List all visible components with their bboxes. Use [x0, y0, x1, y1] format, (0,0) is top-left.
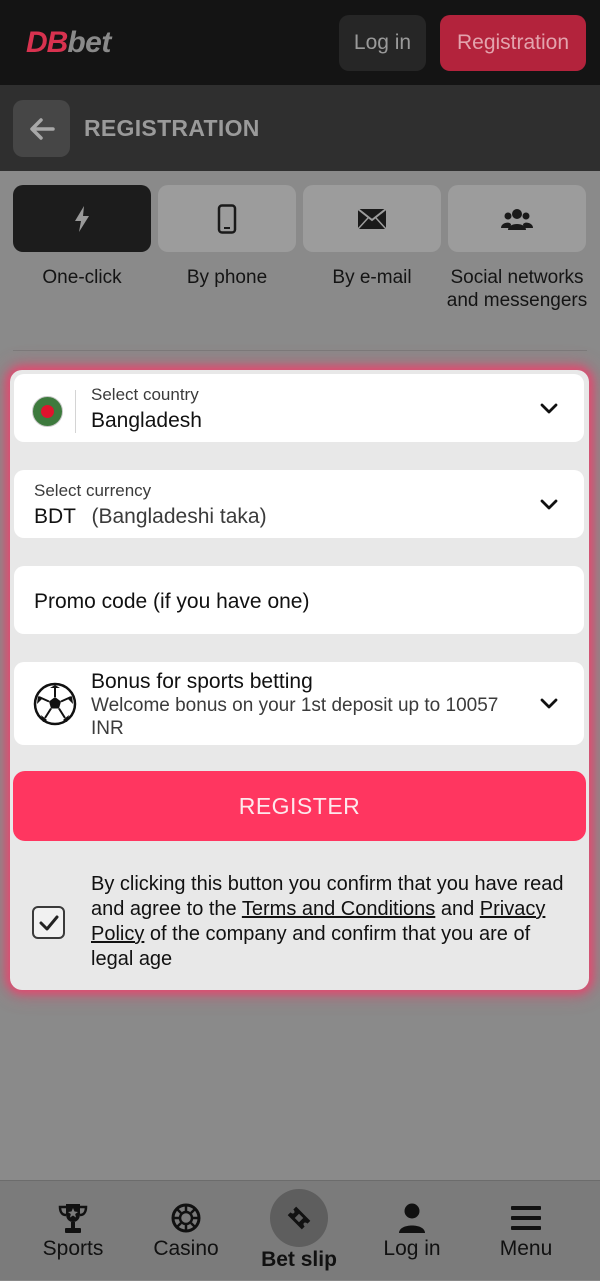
currency-code: BDT: [34, 505, 76, 528]
tab-label-one-click: One-click: [42, 267, 122, 288]
checkmark-icon: [39, 915, 58, 930]
currency-name: (Bangladeshi taka): [91, 505, 267, 528]
nav-casino[interactable]: Casino: [131, 1181, 241, 1281]
bonus-title: Bonus for sports betting: [91, 670, 313, 693]
promo-code-input[interactable]: Promo code (if you have one): [14, 566, 584, 634]
casino-chip-icon: [169, 1201, 203, 1235]
registration-button[interactable]: Registration: [440, 15, 586, 71]
nav-sports-label: Sports: [42, 1237, 104, 1260]
user-icon: [395, 1201, 429, 1235]
dbbet-logo[interactable]: DB bet: [26, 24, 111, 62]
consent-checkbox[interactable]: [32, 906, 65, 939]
trophy-icon: [56, 1201, 90, 1235]
bonus-description: Welcome bonus on your 1st deposit up to …: [91, 695, 499, 739]
currency-label: Select currency: [34, 481, 152, 500]
top-header: DB bet Log in Registration: [0, 0, 600, 85]
arrow-left-icon: [29, 117, 55, 140]
terms-link[interactable]: Terms and Conditions: [242, 898, 435, 920]
nav-sports[interactable]: Sports: [18, 1181, 128, 1281]
tab-label-by-email: By e-mail: [332, 267, 412, 288]
phone-icon: [217, 203, 237, 234]
consent-text-after: of the company and confirm that you are …: [91, 923, 531, 970]
page-title: REGISTRATION: [84, 115, 260, 141]
register-button[interactable]: REGISTER: [13, 771, 586, 841]
country-label: Select country: [91, 385, 199, 404]
envelope-icon: [357, 207, 387, 230]
logo-bet: bet: [67, 26, 111, 59]
tab-one-click[interactable]: [13, 185, 151, 252]
nav-log-in[interactable]: Log in: [357, 1181, 467, 1281]
tab-by-email[interactable]: [303, 185, 441, 252]
currency-value: BDT (Bangladeshi taka): [34, 505, 267, 529]
nav-bet-slip[interactable]: Bet slip: [244, 1181, 354, 1281]
chevron-down-icon: [540, 698, 558, 709]
country-value: Bangladesh: [91, 409, 202, 432]
login-button[interactable]: Log in: [339, 15, 426, 71]
users-icon: [501, 208, 533, 230]
tab-label-by-phone: By phone: [186, 267, 268, 288]
divider: [13, 350, 587, 351]
hamburger-icon: [509, 1201, 543, 1235]
page-header: REGISTRATION: [0, 85, 600, 171]
ticket-icon: [270, 1189, 328, 1247]
nav-bet-slip-label: Bet slip: [261, 1248, 337, 1271]
chevron-down-icon: [540, 403, 558, 414]
consent-text-middle: and: [435, 898, 480, 920]
consent-text: By clicking this button you confirm that…: [91, 872, 571, 972]
soccer-ball-icon: [33, 682, 77, 726]
tab-label-social: Social networks and messengers: [446, 267, 588, 311]
nav-casino-label: Casino: [153, 1237, 219, 1260]
nav-menu-label: Menu: [499, 1237, 553, 1260]
bonus-select[interactable]: Bonus for sports betting Welcome bonus o…: [14, 662, 584, 745]
tab-by-phone[interactable]: [158, 185, 296, 252]
currency-select[interactable]: Select currency BDT (Bangladeshi taka): [14, 470, 584, 538]
chevron-down-icon: [540, 499, 558, 510]
nav-menu[interactable]: Menu: [471, 1181, 581, 1281]
logo-db: DB: [26, 26, 68, 59]
tab-social-networks[interactable]: [448, 185, 586, 252]
bangladesh-flag-icon: [32, 396, 63, 427]
country-select[interactable]: Select country Bangladesh: [14, 374, 584, 442]
nav-log-in-label: Log in: [383, 1237, 441, 1260]
lightning-icon: [75, 205, 89, 232]
field-divider: [75, 390, 76, 433]
promo-code-placeholder: Promo code (if you have one): [34, 590, 310, 613]
bottom-navigation: Sports Casino Bet slip Log in Menu: [0, 1180, 600, 1280]
back-button[interactable]: [13, 100, 70, 157]
